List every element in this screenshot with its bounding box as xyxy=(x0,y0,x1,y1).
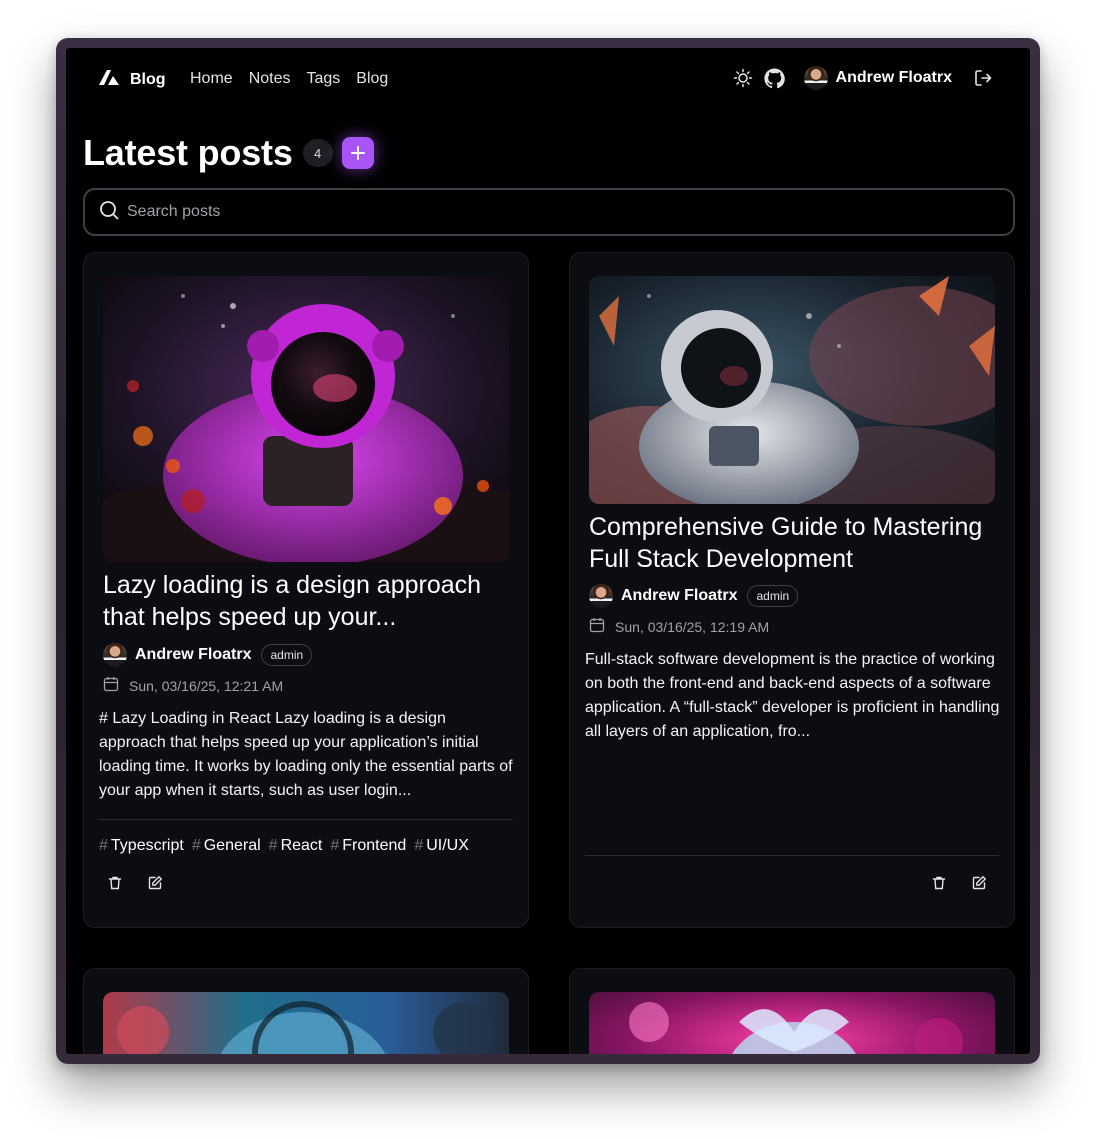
date-text: Sun, 03/16/25, 12:21 AM xyxy=(129,677,284,694)
card-divider xyxy=(99,819,513,820)
search-icon xyxy=(99,200,119,225)
brand-name: Blog xyxy=(130,70,166,88)
author-avatar xyxy=(103,643,127,667)
edit-icon[interactable] xyxy=(969,873,989,893)
post-excerpt: # Lazy Loading in React Lazy loading is … xyxy=(99,710,513,799)
post-card[interactable]: Comprehensive Guide to Mastering Full St… xyxy=(569,252,1015,928)
main-nav: Home Notes Tags Blog xyxy=(190,70,388,88)
tag[interactable]: # Typescript xyxy=(99,837,184,855)
post-card[interactable]: Lazy loading is a design approach that h… xyxy=(83,252,529,928)
user-menu[interactable]: Andrew Floatrx xyxy=(803,66,952,90)
calendar-icon xyxy=(589,617,605,636)
user-avatar xyxy=(803,66,828,90)
calendar-icon xyxy=(103,676,119,695)
author-name[interactable]: Andrew Floatrx xyxy=(621,587,737,605)
search-bar xyxy=(83,188,1015,236)
nav-tags[interactable]: Tags xyxy=(306,70,340,88)
post-author: Andrew Floatrx admin xyxy=(103,643,313,667)
post-card[interactable] xyxy=(83,968,529,1054)
edit-icon[interactable] xyxy=(145,873,165,893)
post-author: Andrew Floatrx admin xyxy=(589,584,799,608)
post-count-badge: 4 xyxy=(302,139,333,167)
nav-blog[interactable]: Blog xyxy=(356,70,388,88)
post-date: Sun, 03/16/25, 12:19 AM xyxy=(589,617,769,636)
tag[interactable]: # Frontend xyxy=(330,837,406,855)
window-frame: Blog Home Notes Tags Blog Andrew Floatrx… xyxy=(56,38,1040,1064)
tag[interactable]: # General xyxy=(192,837,261,855)
author-name[interactable]: Andrew Floatrx xyxy=(135,646,251,664)
logout-icon[interactable] xyxy=(972,67,994,89)
date-text: Sun, 03/16/25, 12:19 AM xyxy=(615,618,770,635)
post-thumbnail[interactable] xyxy=(103,992,509,1054)
post-date: Sun, 03/16/25, 12:21 AM xyxy=(103,676,283,695)
role-badge: admin xyxy=(261,644,313,666)
page-title: Latest posts xyxy=(83,132,293,173)
sun-icon[interactable] xyxy=(732,67,754,89)
card-divider xyxy=(585,855,999,856)
tag[interactable]: # UI/UX xyxy=(414,837,469,855)
delete-icon[interactable] xyxy=(929,873,949,893)
app-screen: Blog Home Notes Tags Blog Andrew Floatrx… xyxy=(66,48,1030,1054)
role-badge: admin xyxy=(747,585,799,607)
top-navbar: Blog Home Notes Tags Blog Andrew Floatrx xyxy=(66,48,1030,112)
post-actions xyxy=(105,873,165,893)
post-thumbnail[interactable] xyxy=(589,992,995,1054)
search-input[interactable] xyxy=(127,203,987,221)
post-title[interactable]: Lazy loading is a design approach that h… xyxy=(103,569,513,633)
delete-icon[interactable] xyxy=(105,873,125,893)
post-thumbnail[interactable] xyxy=(103,276,509,562)
tag-list: # Typescript # General # React # Frontend # U… xyxy=(99,837,469,855)
nav-notes[interactable]: Notes xyxy=(249,70,291,88)
posts-heading: Latest posts 4 xyxy=(83,132,374,174)
post-thumbnail[interactable] xyxy=(589,276,995,504)
github-icon[interactable] xyxy=(764,67,786,89)
author-avatar xyxy=(589,584,613,608)
plus-icon xyxy=(350,146,365,160)
nav-home[interactable]: Home xyxy=(190,70,233,88)
logo-icon xyxy=(98,68,120,91)
header-tools: Andrew Floatrx xyxy=(722,66,994,90)
user-name: Andrew Floatrx xyxy=(835,69,952,86)
tag[interactable]: # React xyxy=(269,837,323,855)
post-actions xyxy=(929,873,989,893)
add-post-button[interactable] xyxy=(341,137,374,169)
post-excerpt: Full-stack software development is the p… xyxy=(585,651,1000,740)
post-card[interactable] xyxy=(569,968,1015,1054)
post-title[interactable]: Comprehensive Guide to Mastering Full St… xyxy=(589,511,999,575)
brand[interactable]: Blog xyxy=(98,68,166,91)
